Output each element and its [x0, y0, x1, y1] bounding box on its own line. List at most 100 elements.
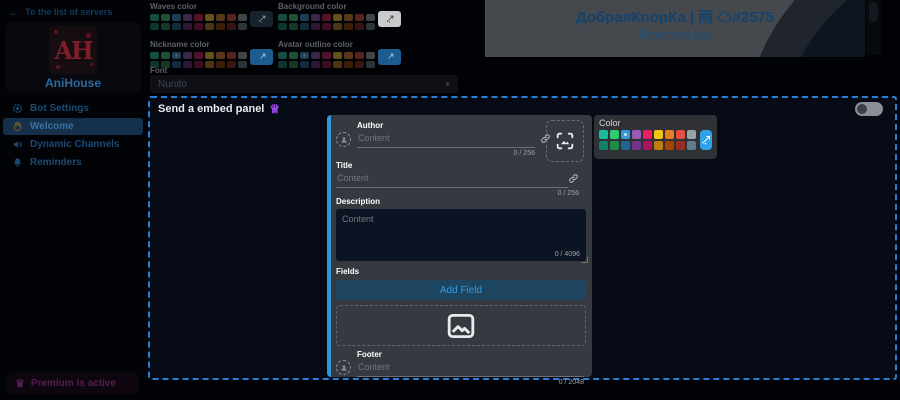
color-swatch[interactable] [599, 130, 608, 139]
color-swatch[interactable] [183, 52, 192, 59]
color-swatch[interactable] [621, 130, 630, 139]
color-swatch[interactable] [161, 52, 170, 59]
sidebar-item-welcome[interactable]: Welcome [3, 118, 143, 135]
color-swatch[interactable] [355, 14, 364, 21]
avatar-outline-custom-color-button[interactable] [378, 49, 401, 65]
color-swatch[interactable] [216, 14, 225, 21]
color-swatch[interactable] [676, 141, 685, 150]
sidebar-item-reminders[interactable]: Reminders [3, 154, 143, 171]
color-swatch[interactable] [227, 14, 236, 21]
color-swatch[interactable] [333, 52, 342, 59]
color-swatch[interactable] [687, 141, 696, 150]
color-swatch[interactable] [610, 141, 619, 150]
color-swatch[interactable] [194, 52, 203, 59]
color-swatch[interactable] [366, 61, 375, 68]
color-swatch[interactable] [216, 61, 225, 68]
color-swatch[interactable] [344, 61, 353, 68]
color-swatch[interactable] [322, 14, 331, 21]
color-swatch[interactable] [194, 23, 203, 30]
color-swatch[interactable] [216, 23, 225, 30]
color-swatch[interactable] [172, 61, 181, 68]
color-swatch[interactable] [300, 52, 309, 59]
color-swatch[interactable] [632, 141, 641, 150]
color-swatch[interactable] [643, 141, 652, 150]
color-swatch[interactable] [238, 14, 247, 21]
color-swatch[interactable] [172, 52, 181, 59]
waves-custom-color-button[interactable] [250, 11, 273, 27]
color-swatch[interactable] [278, 52, 287, 59]
color-swatch[interactable] [205, 61, 214, 68]
color-swatch[interactable] [238, 23, 247, 30]
color-swatch[interactable] [311, 14, 320, 21]
color-swatch[interactable] [366, 14, 375, 21]
author-input[interactable]: Content [357, 130, 535, 148]
color-swatch[interactable] [183, 23, 192, 30]
color-swatch[interactable] [333, 61, 342, 68]
color-swatch[interactable] [665, 130, 674, 139]
color-swatch[interactable] [183, 61, 192, 68]
thumbnail-upload-button[interactable] [546, 120, 584, 162]
color-swatch[interactable] [183, 14, 192, 21]
font-select[interactable]: Nunito ▾ [150, 75, 458, 93]
color-swatch[interactable] [278, 61, 287, 68]
color-swatch[interactable] [205, 52, 214, 59]
color-swatch[interactable] [355, 23, 364, 30]
color-swatch[interactable] [289, 52, 298, 59]
color-swatch[interactable] [322, 52, 331, 59]
color-swatch[interactable] [654, 130, 663, 139]
title-input[interactable]: Content [336, 170, 568, 188]
color-swatch[interactable] [238, 61, 247, 68]
color-swatch[interactable] [676, 130, 685, 139]
back-to-servers-link[interactable]: ← To the list of servers [8, 5, 112, 19]
color-swatch[interactable] [289, 61, 298, 68]
color-swatch[interactable] [344, 14, 353, 21]
color-swatch[interactable] [227, 23, 236, 30]
color-swatch[interactable] [194, 14, 203, 21]
color-swatch[interactable] [172, 23, 181, 30]
color-swatch[interactable] [366, 52, 375, 59]
color-swatch[interactable] [311, 61, 320, 68]
embed-custom-color-button[interactable] [700, 130, 712, 150]
color-swatch[interactable] [355, 52, 364, 59]
footer-avatar-button[interactable] [336, 360, 351, 375]
color-swatch[interactable] [654, 141, 663, 150]
color-swatch[interactable] [161, 23, 170, 30]
color-swatch[interactable] [227, 61, 236, 68]
color-swatch[interactable] [610, 130, 619, 139]
color-swatch[interactable] [344, 23, 353, 30]
color-swatch[interactable] [300, 14, 309, 21]
color-swatch[interactable] [300, 61, 309, 68]
color-swatch[interactable] [366, 23, 375, 30]
color-swatch[interactable] [599, 141, 608, 150]
color-swatch[interactable] [161, 14, 170, 21]
color-swatch[interactable] [621, 141, 630, 150]
color-swatch[interactable] [311, 23, 320, 30]
background-custom-color-button[interactable] [378, 11, 401, 27]
color-swatch[interactable] [216, 52, 225, 59]
color-swatch[interactable] [289, 23, 298, 30]
color-swatch[interactable] [355, 61, 364, 68]
sidebar-item-bot-settings[interactable]: Bot Settings [3, 100, 143, 117]
scrollbar-thumb[interactable] [869, 2, 878, 22]
embed-image-upload[interactable] [336, 305, 586, 346]
color-swatch[interactable] [278, 23, 287, 30]
author-url-link-icon[interactable] [540, 133, 551, 144]
color-swatch[interactable] [278, 14, 287, 21]
color-swatch[interactable] [311, 52, 320, 59]
nickname-custom-color-button[interactable] [250, 49, 273, 65]
color-swatch[interactable] [322, 61, 331, 68]
color-swatch[interactable] [300, 23, 309, 30]
color-swatch[interactable] [238, 52, 247, 59]
color-swatch[interactable] [205, 14, 214, 21]
sidebar-item-dynamic-channels[interactable]: Dynamic Channels [3, 136, 143, 153]
description-textarea[interactable]: Content 0 / 4096 [336, 209, 586, 261]
title-url-link-icon[interactable] [568, 173, 579, 184]
color-swatch[interactable] [289, 14, 298, 21]
color-swatch[interactable] [150, 14, 159, 21]
add-field-button[interactable]: Add Field [336, 280, 586, 300]
server-card[interactable]: AH AniHouse [5, 22, 141, 93]
embed-panel-toggle[interactable] [855, 102, 883, 116]
color-swatch[interactable] [687, 130, 696, 139]
resize-handle[interactable] [582, 257, 588, 263]
footer-input[interactable]: Content [357, 359, 584, 377]
